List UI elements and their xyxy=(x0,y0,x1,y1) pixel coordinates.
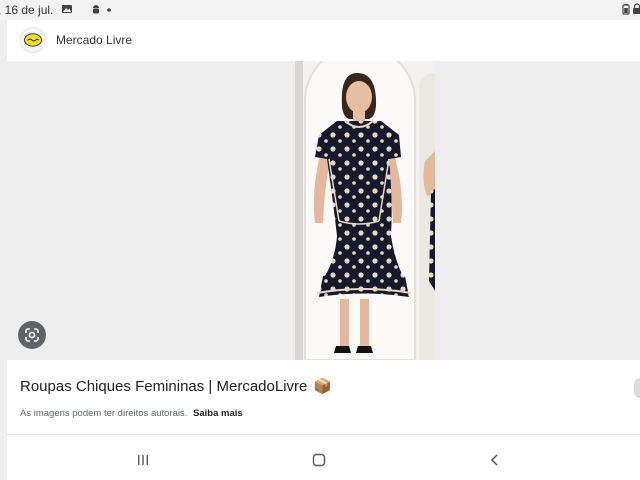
status-time: , 16 de jul. xyxy=(0,3,54,17)
divider xyxy=(7,434,640,435)
edge-panel-handle[interactable] xyxy=(634,378,640,398)
home-button[interactable] xyxy=(309,450,329,470)
android-icon xyxy=(93,5,99,14)
copyright-text: As imagens podem ter direitos autorais. xyxy=(20,408,188,419)
lens-button[interactable] xyxy=(18,321,46,349)
copyright-notice: As imagens podem ter direitos autorais. … xyxy=(20,408,243,419)
home-icon xyxy=(312,453,326,467)
navigation-bar xyxy=(0,438,640,480)
lock-icon xyxy=(633,3,640,14)
dress-photo xyxy=(295,61,435,360)
package-icon: 📦 xyxy=(313,378,333,395)
source-header[interactable]: Mercado Livre xyxy=(20,27,132,53)
image-result-card: Mercado Livre Roupas Chiques Femininas |… xyxy=(7,20,640,480)
back-icon xyxy=(490,454,498,466)
result-title-text: Roupas Chiques Femininas | MercadoLivre xyxy=(20,377,308,395)
result-title[interactable]: Roupas Chiques Femininas | MercadoLivre … xyxy=(20,377,333,396)
product-image[interactable] xyxy=(7,61,640,360)
gallery-icon xyxy=(62,5,72,13)
battery-icon xyxy=(622,3,630,15)
status-bar: , 16 de jul. xyxy=(0,0,640,20)
google-lens-icon xyxy=(25,328,39,342)
source-name: Mercado Livre xyxy=(56,33,133,47)
learn-more-link[interactable]: Saiba mais xyxy=(193,408,243,419)
mercadolivre-logo-icon xyxy=(20,27,46,53)
dot-icon xyxy=(107,8,111,12)
recents-button[interactable] xyxy=(133,450,153,470)
recents-icon xyxy=(138,455,148,465)
back-button[interactable] xyxy=(485,450,505,470)
